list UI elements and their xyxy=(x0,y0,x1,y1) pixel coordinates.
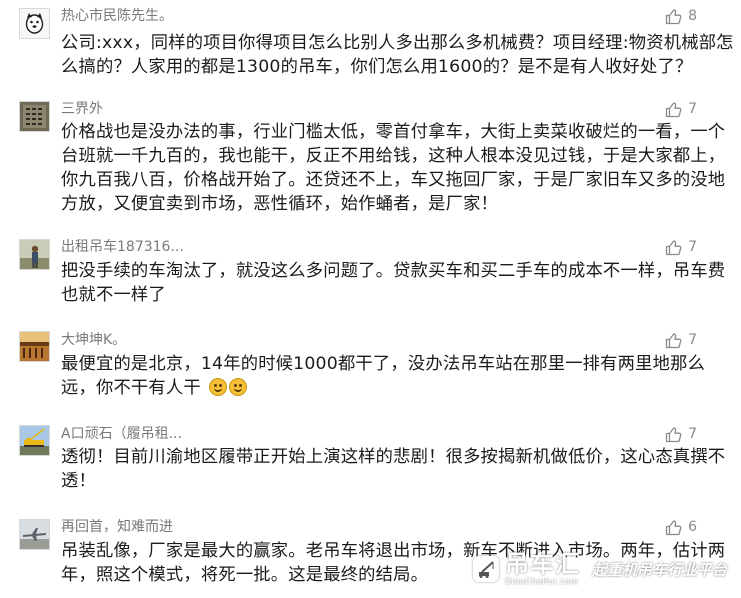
crane-logo-icon xyxy=(472,556,499,582)
like-button[interactable]: 6 xyxy=(665,518,697,536)
like-button[interactable]: 7 xyxy=(665,238,697,256)
avatar[interactable] xyxy=(19,239,50,270)
comment-text: 透彻！目前川渝地区履带正开始上演这样的悲剧！很多按揭新机做低价，这心态真撰不 透… xyxy=(61,445,726,493)
like-count: 6 xyxy=(688,519,697,535)
like-button[interactable]: 7 xyxy=(665,425,697,443)
thumbs-up-icon xyxy=(665,332,682,348)
comment-line: 公司:xxx，同样的项目你得项目怎么比别人多出那么多机械费？项目经理:物资机械部… xyxy=(61,33,734,53)
like-button[interactable]: 8 xyxy=(665,7,697,25)
comment-text: 把没手续的车淘汰了，就没这么多问题了。贷款买车和买二手车的成本不一样，吊车费 也… xyxy=(61,259,726,307)
comment-line-text: 远，你不干有人干 xyxy=(61,378,201,398)
comment-line: 把没手续的车淘汰了，就没这么多问题了。贷款买车和买二手车的成本不一样，吊车费 xyxy=(61,261,726,281)
comment-line: 透彻！目前川渝地区履带正开始上演这样的悲剧！很多按揭新机做低价，这心态真撰不 xyxy=(61,447,726,467)
like-count: 7 xyxy=(688,101,697,117)
comment-username[interactable]: 再回首，知难而进 xyxy=(61,518,173,536)
like-count: 7 xyxy=(688,332,697,348)
thumbs-up-icon xyxy=(665,519,682,535)
thumbs-up-icon xyxy=(665,239,682,255)
comment-line: 最便宜的是北京，14年的时候1000都干了，没办法吊车站在那里一排有两里地那么 xyxy=(61,354,706,374)
thumbs-up-icon xyxy=(665,426,682,442)
comment-text: 最便宜的是北京，14年的时候1000都干了，没办法吊车站在那里一排有两里地那么 … xyxy=(61,352,706,400)
comment-line: 你九百我八百，价格战开始了。还贷还不上，车又拖回厂家，于是厂家旧车又多的没地 xyxy=(61,170,726,190)
comment-text: 价格战也是没办法的事，行业门槛太低，零首付拿车，大街上卖菜收破烂的一看，一个 台… xyxy=(61,120,726,216)
comment-line: 透！ xyxy=(61,471,96,491)
comment-username[interactable]: 三界外 xyxy=(61,100,103,118)
grin-emoji-icon xyxy=(208,378,227,396)
like-count: 8 xyxy=(688,8,697,24)
avatar[interactable] xyxy=(19,519,50,550)
comment-username[interactable]: 大坤坤K。 xyxy=(61,331,126,349)
thumbs-up-icon xyxy=(665,101,682,117)
watermark-brand: 吊车汇 DiaoCheHui.com xyxy=(505,552,580,586)
avatar[interactable] xyxy=(19,425,50,456)
avatar[interactable] xyxy=(19,101,50,132)
watermark-slogan: 起重机吊车行业平台 xyxy=(591,560,727,579)
comment-username[interactable]: A口顽石（履吊租... xyxy=(61,425,182,443)
comment-line: 远，你不干有人干 xyxy=(61,376,701,400)
comment-username[interactable]: 热心市民陈先生。 xyxy=(61,7,173,25)
grin-emoji-icon xyxy=(228,378,247,396)
thumbs-up-icon xyxy=(665,8,682,24)
comment-line: 价格战也是没办法的事，行业门槛太低，零首付拿车，大街上卖菜收破烂的一看，一个 xyxy=(61,122,726,142)
comment-line: 也就不一样了 xyxy=(61,285,166,305)
like-button[interactable]: 7 xyxy=(665,100,697,118)
avatar[interactable] xyxy=(19,8,50,39)
like-count: 7 xyxy=(688,426,697,442)
watermark-domain: DiaoCheHui.com xyxy=(504,577,579,586)
comment-line: 台班就一千九百的，我也能干，反正不用给钱，这种人根本没见过钱，于是大家都上， xyxy=(61,146,726,166)
avatar[interactable] xyxy=(19,331,50,362)
comment-username[interactable]: 出租吊车187316... xyxy=(61,238,184,256)
watermark-brand-name: 吊车汇 xyxy=(504,550,580,578)
comment-line: 方放，又便宜卖到市场，恶性循环，始作蛹者，是厂家！ xyxy=(61,194,499,214)
comment-line: 么搞的？人家用的都是1300的吊车，你们怎么用1600的？是不是有人收好处了？ xyxy=(61,57,693,77)
comment-text: 公司:xxx，同样的项目你得项目怎么比别人多出那么多机械费？项目经理:物资机械部… xyxy=(61,31,734,79)
watermark: 吊车汇 DiaoCheHui.com 起重机吊车行业平台 xyxy=(472,552,727,586)
like-button[interactable]: 7 xyxy=(665,331,697,349)
like-count: 7 xyxy=(688,239,697,255)
